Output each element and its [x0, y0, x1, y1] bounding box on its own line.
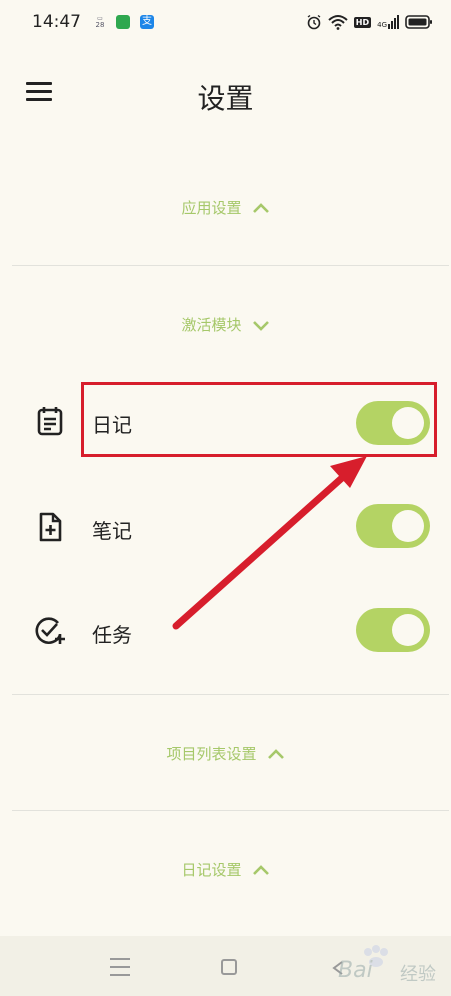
module-label: 笔记	[92, 519, 132, 543]
highlight-box	[81, 382, 437, 457]
watermark-suffix: 经验	[400, 964, 436, 985]
home-button[interactable]	[221, 959, 237, 975]
notes-toggle[interactable]	[356, 504, 430, 548]
section-project-list-settings[interactable]: 项目列表设置	[0, 743, 451, 764]
tasks-toggle[interactable]	[356, 608, 430, 652]
signal-icon: 4G	[377, 15, 399, 29]
module-label: 任务	[92, 623, 132, 647]
toggle-knob	[392, 510, 424, 542]
divider	[12, 810, 449, 811]
calendar-icon: ▭ 28	[93, 15, 107, 29]
diary-icon	[37, 407, 63, 436]
status-bar: 14:47 ▭ 28 支 HD 4G	[0, 0, 451, 44]
divider	[12, 694, 449, 695]
battery-icon	[405, 15, 432, 29]
calendar-day: 28	[95, 21, 105, 29]
chevron-down-icon	[252, 320, 269, 331]
message-icon	[116, 15, 130, 29]
section-label: 激活模块	[181, 316, 242, 334]
section-activate-modules[interactable]: 激活模块	[0, 314, 451, 335]
section-label: 应用设置	[181, 199, 242, 217]
note-add-icon	[39, 512, 62, 542]
chevron-up-icon	[267, 748, 284, 759]
status-icons: HD 4G	[306, 12, 433, 32]
toggle-knob	[392, 614, 424, 646]
chevron-up-icon	[252, 864, 269, 875]
recents-button[interactable]	[110, 958, 130, 976]
chevron-up-icon	[252, 202, 269, 213]
hd-icon: HD	[353, 16, 372, 28]
divider	[12, 265, 449, 266]
section-label: 日记设置	[181, 861, 242, 879]
wifi-icon	[328, 15, 348, 30]
page-title: 设置	[197, 82, 254, 115]
annotation-arrow	[172, 456, 367, 630]
alarm-icon	[307, 14, 321, 30]
status-time: 14:47	[32, 12, 81, 32]
watermark-brand: Bai	[338, 958, 373, 983]
section-app-settings[interactable]: 应用设置	[0, 197, 451, 218]
signal-label: 4G	[377, 21, 387, 29]
section-label: 项目列表设置	[166, 745, 257, 763]
section-diary-settings[interactable]: 日记设置	[0, 859, 451, 880]
baidu-watermark: Bai 经验	[338, 940, 448, 990]
task-add-icon	[35, 617, 65, 644]
alipay-icon: 支	[140, 15, 154, 29]
